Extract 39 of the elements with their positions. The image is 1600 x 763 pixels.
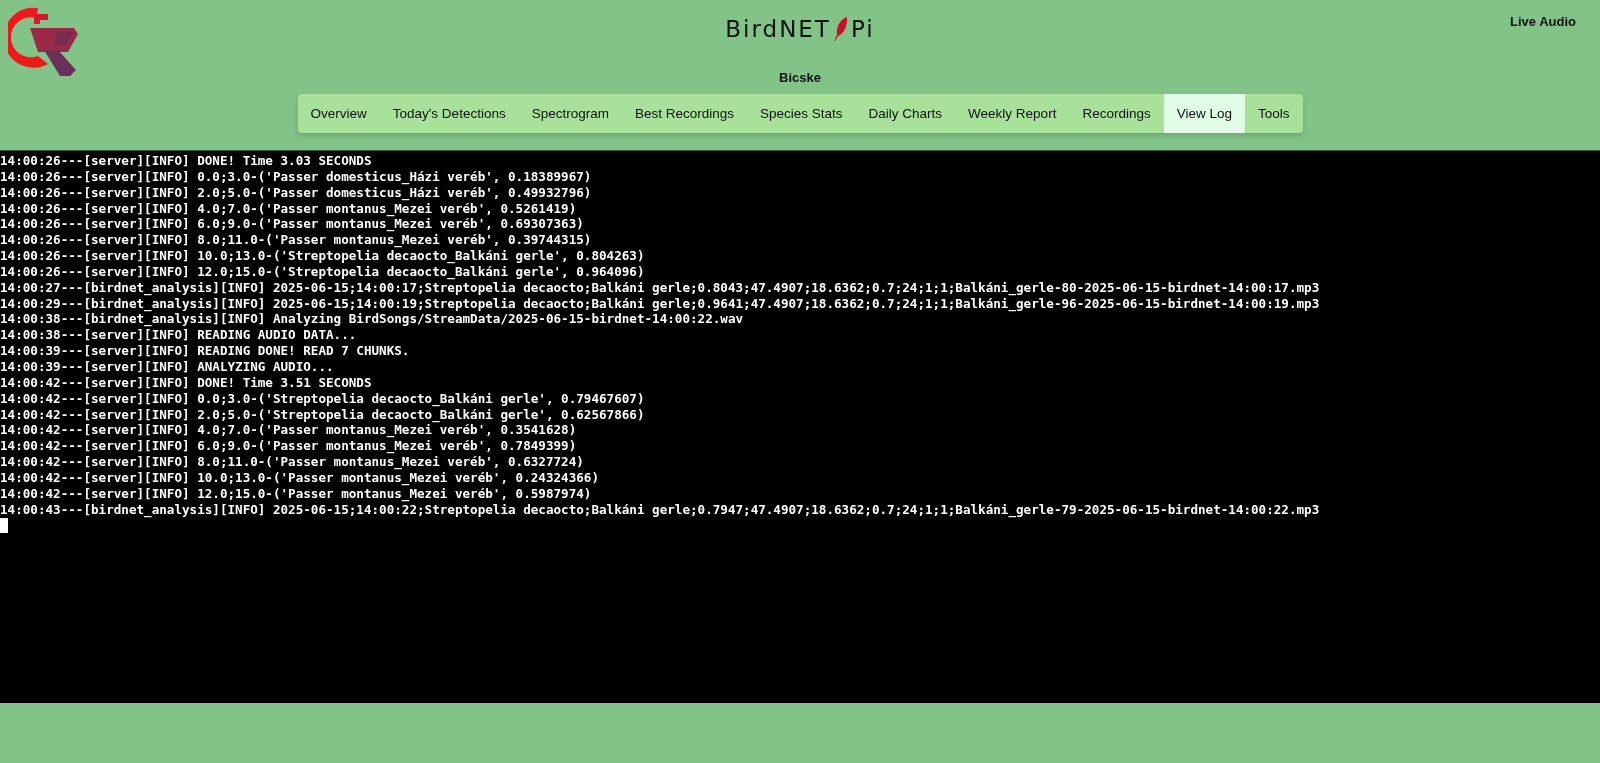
log-line: 14:00:26---[server][INFO] 8.0;11.0-('Passer montanus_Mezei veréb', 0.39744315) — [0, 232, 593, 249]
app-title: BirdNET — [725, 16, 831, 42]
log-line: 14:00:26---[server][INFO] 6.0;9.0-('Passer montanus_Mezei veréb', 0.69307363) — [0, 216, 585, 233]
nav-tab[interactable]: Overview — [297, 94, 380, 133]
location-name: Bicske — [779, 70, 821, 85]
log-line: 14:00:42---[server][INFO] 6.0;9.0-('Passer montanus_Mezei veréb', 0.7849399) — [0, 438, 578, 455]
nav-tab[interactable]: Species Stats — [747, 94, 856, 133]
log-line: 14:00:43---[birdnet_analysis][INFO] 2025-06-15;14:00:22;Streptopelia decaocto;Balkáni gerle;0.7947;47.4907;18.6362;0.7;24;1;1;Balkáni_gerle-79-2025-06-15-birdnet-14:00:22.mp3 — [0, 501, 1321, 518]
log-line: 14:00:26---[server][INFO] DONE! Time 3.03 SECONDS — [0, 153, 373, 169]
nav-tab[interactable]: Daily Charts — [855, 94, 956, 133]
log-line: 14:00:42---[server][INFO] 0.0;3.0-('Streptopelia decaocto_Balkáni gerle', 0.79467607) — [0, 390, 646, 407]
log-line: 14:00:27---[birdnet_analysis][INFO] 2025-06-15;14:00:17;Streptopelia decaocto;Balkáni gerle;0.8043;47.4907;18.6362;0.7;24;1;1;Balkáni_gerle-80-2025-06-15-birdnet-14:00:17.mp3 — [0, 279, 1321, 296]
log-line: 14:00:26---[server][INFO] 0.0;3.0-('Passer domesticus_Házi veréb', 0.18389967) — [0, 168, 593, 185]
feather-icon — [832, 16, 849, 42]
nav-tab[interactable]: Weekly Report — [955, 94, 1070, 133]
log-line: 14:00:39---[server][INFO] ANALYZING AUDIO... — [0, 358, 335, 375]
log-line: 14:00:38---[birdnet_analysis][INFO] Analyzing BirdSongs/StreamData/2025-06-15-birdnet-14:00:22.wav — [0, 311, 744, 328]
nav-tab[interactable]: Today's Detections — [379, 94, 519, 133]
log-line: 14:00:42---[server][INFO] 8.0;11.0-('Passer montanus_Mezei veréb', 0.6327724) — [0, 454, 585, 470]
nav-tab[interactable]: Spectrogram — [518, 94, 622, 133]
text-cursor — [0, 518, 8, 534]
live-audio-link[interactable]: Live Audio — [1510, 14, 1576, 29]
nav-tab[interactable]: Tools — [1245, 94, 1303, 133]
app-title-suffix: Pi — [850, 16, 875, 42]
log-line: 14:00:26---[server][INFO] 12.0;15.0-('Streptopelia decaocto_Balkáni gerle', 0.964096) — [0, 263, 646, 280]
log-line: 14:00:26---[server][INFO] 2.0;5.0-('Passer domesticus_Házi veréb', 0.49932796) — [0, 184, 593, 201]
nav-tab[interactable]: Best Recordings — [621, 94, 747, 133]
log-line: 14:00:26---[server][INFO] 10.0;13.0-('Streptopelia decaocto_Balkáni gerle', 0.804263) — [0, 248, 646, 264]
log-line: 14:00:26---[server][INFO] 4.0;7.0-('Passer montanus_Mezei veréb', 0.5261419) — [0, 200, 578, 217]
nav-tab[interactable]: View Log — [1163, 94, 1245, 133]
log-line: 14:00:38---[server][INFO] READING AUDIO DATA... — [0, 327, 358, 344]
log-line: 14:00:42---[server][INFO] 4.0;7.0-('Passer montanus_Mezei veréb', 0.3541628) — [0, 422, 578, 439]
log-line: 14:00:42---[server][INFO] 2.0;5.0-('Streptopelia decaocto_Balkáni gerle', 0.62567866) — [0, 406, 646, 423]
log-line: 14:00:42---[server][INFO] 10.0;13.0-('Passer montanus_Mezei veréb', 0.24324366) — [0, 469, 600, 486]
log-line: 14:00:29---[birdnet_analysis][INFO] 2025-06-15;14:00:19;Streptopelia decaocto;Balkáni gerle;0.9641;47.4907;18.6362;0.7;24;1;1;Balkáni_gerle-96-2025-06-15-birdnet-14:00:19.mp3 — [0, 295, 1321, 312]
log-line: 14:00:42---[server][INFO] 12.0;15.0-('Passer montanus_Mezei veréb', 0.5987974) — [0, 485, 593, 502]
log-line: 14:00:42---[server][INFO] DONE! Time 3.51 SECONDS — [0, 374, 373, 391]
log-line: 14:00:39---[server][INFO] READING DONE! READ 7 CHUNKS. — [0, 343, 411, 359]
nav-tab[interactable]: Recordings — [1069, 94, 1164, 133]
